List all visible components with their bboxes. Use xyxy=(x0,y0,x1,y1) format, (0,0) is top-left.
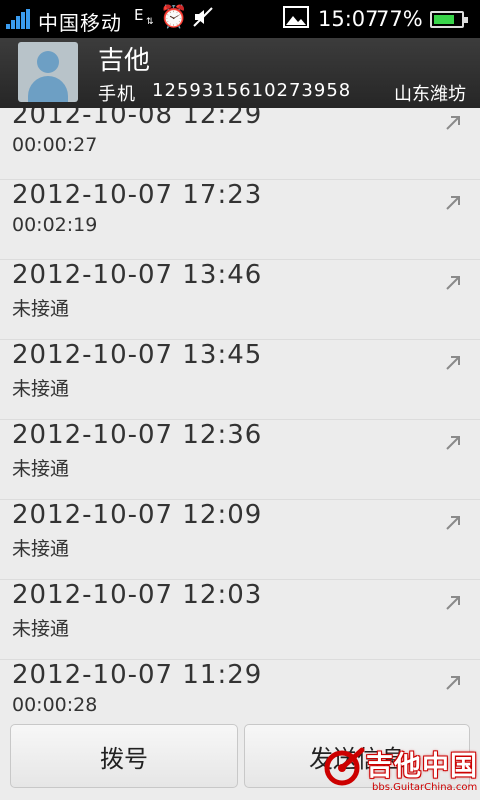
phone-location: 山东潍坊 xyxy=(394,84,466,105)
call-log-row[interactable]: 2012-10-07 12:09 未接通 xyxy=(0,500,480,580)
call-datetime: 2012-10-08 12:29 xyxy=(12,108,263,130)
outgoing-call-arrow-icon xyxy=(446,116,460,130)
watermark-text: 吉他中国 xyxy=(366,751,478,782)
call-datetime: 2012-10-07 13:46 xyxy=(12,260,263,290)
outgoing-call-arrow-icon xyxy=(446,196,460,210)
contact-header: 吉他 手机 1259315610273958 山东潍坊 xyxy=(0,38,480,108)
call-log-row[interactable]: 2012-10-07 13:46 未接通 xyxy=(0,260,480,340)
mute-icon xyxy=(192,6,214,34)
outgoing-call-arrow-icon xyxy=(446,436,460,450)
call-datetime: 2012-10-07 12:36 xyxy=(12,420,263,450)
call-duration-status: 00:00:27 xyxy=(12,134,98,156)
site-watermark: 吉他中国 bbs.GuitarChina.com xyxy=(316,740,480,800)
call-datetime: 2012-10-07 12:09 xyxy=(12,500,263,530)
call-log-row[interactable]: 2012-10-07 17:23 00:02:19 xyxy=(0,180,480,260)
call-duration-status: 未接通 xyxy=(12,538,70,560)
dial-button[interactable]: 拨号 xyxy=(10,724,238,788)
call-duration-status: 00:02:19 xyxy=(12,214,98,236)
battery-icon xyxy=(430,11,468,28)
phone-type-label: 手机 xyxy=(98,84,136,105)
alarm-icon: ⏰ xyxy=(160,5,188,30)
watermark-url: bbs.GuitarChina.com xyxy=(372,782,478,793)
call-duration-status: 未接通 xyxy=(12,378,70,400)
status-bar: 中国移动 E ⇅ ⏰ 15:07 77% xyxy=(0,0,480,38)
outgoing-call-arrow-icon xyxy=(446,276,460,290)
signal-icon xyxy=(6,9,32,29)
call-datetime: 2012-10-07 17:23 xyxy=(12,180,263,210)
call-log-row[interactable]: 2012-10-07 13:45 未接通 xyxy=(0,340,480,420)
clock-time: 15:07 xyxy=(318,7,379,31)
data-arrows-icon: ⇅ xyxy=(146,17,154,27)
call-datetime: 2012-10-07 12:03 xyxy=(12,580,263,610)
outgoing-call-arrow-icon xyxy=(446,596,460,610)
call-duration-status: 未接通 xyxy=(12,458,70,480)
call-datetime: 2012-10-07 11:29 xyxy=(12,660,263,690)
avatar[interactable] xyxy=(18,42,78,102)
call-datetime: 2012-10-07 13:45 xyxy=(12,340,263,370)
call-log-row[interactable]: 2012-10-08 12:29 00:00:27 xyxy=(0,108,480,180)
network-type: E xyxy=(134,6,144,24)
outgoing-call-arrow-icon xyxy=(446,676,460,690)
call-log-row[interactable]: 2012-10-07 12:03 未接通 xyxy=(0,580,480,660)
image-notification-icon xyxy=(283,6,309,34)
carrier-name: 中国移动 xyxy=(38,11,122,35)
phone-number: 1259315610273958 xyxy=(152,80,352,101)
call-log-row[interactable]: 2012-10-07 11:29 00:00:28 xyxy=(0,660,480,714)
call-duration-status: 未接通 xyxy=(12,618,70,640)
call-duration-status: 00:00:28 xyxy=(12,694,98,714)
outgoing-call-arrow-icon xyxy=(446,356,460,370)
contact-name: 吉他 xyxy=(98,46,151,76)
call-duration-status: 未接通 xyxy=(12,298,70,320)
outgoing-call-arrow-icon xyxy=(446,516,460,530)
call-log-row[interactable]: 2012-10-07 12:36 未接通 xyxy=(0,420,480,500)
call-log-list[interactable]: 2012-10-08 12:29 00:00:27 2012-10-07 17:23… xyxy=(0,108,480,714)
battery-percent: 77% xyxy=(376,7,423,31)
guitar-logo-icon xyxy=(324,747,365,786)
